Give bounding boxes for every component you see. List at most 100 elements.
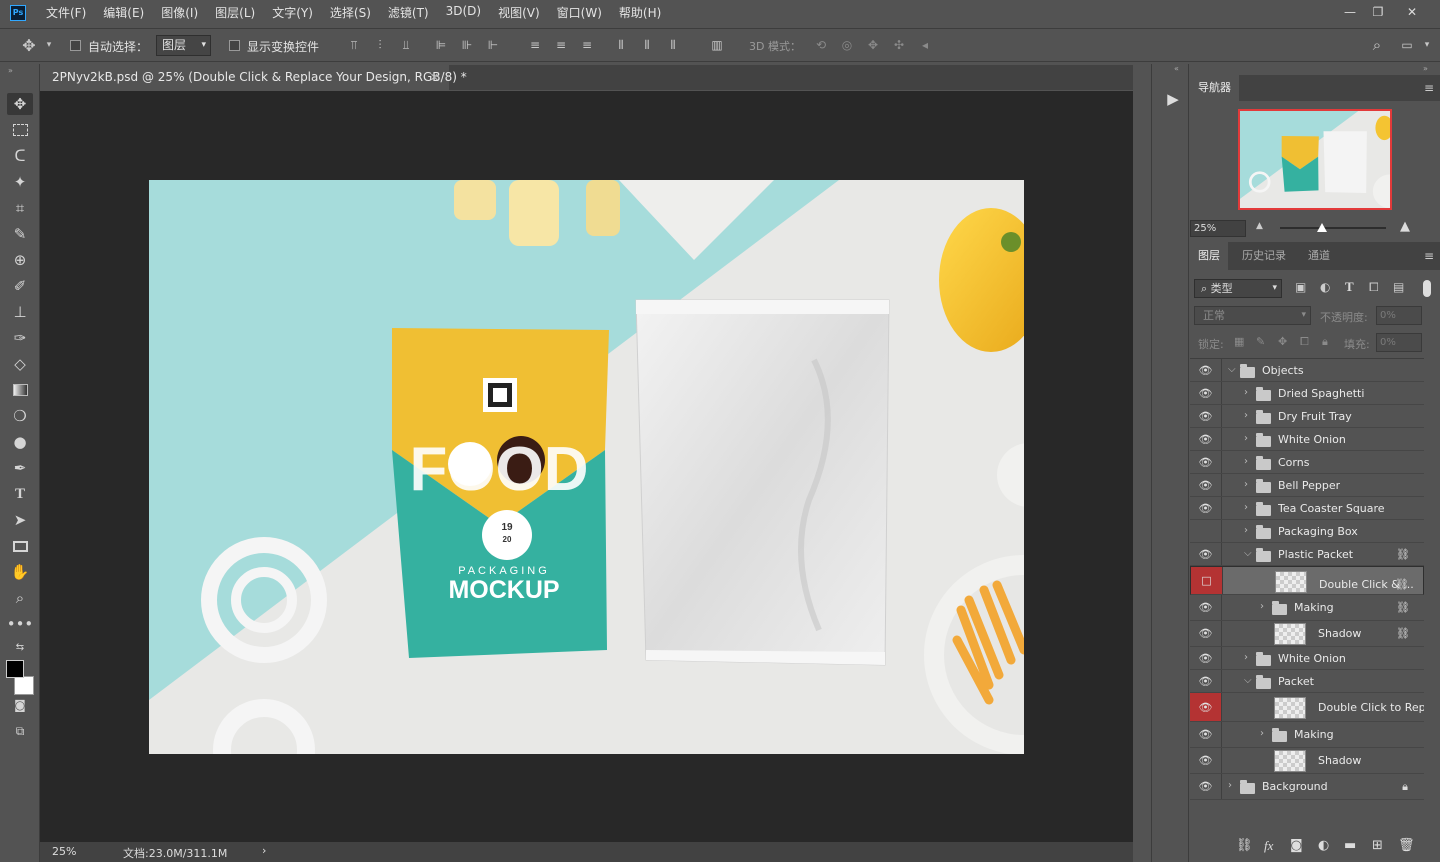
chevron-right-icon[interactable]: › — [1260, 728, 1264, 739]
visibility-eye-icon[interactable]: 👁︎ — [1190, 474, 1222, 496]
visibility-eye-icon[interactable]: 👁︎ — [1190, 359, 1222, 381]
search-icon[interactable]: ⌕ — [1368, 36, 1386, 54]
layer-row[interactable]: 👁︎ Shadow ⛓ — [1190, 621, 1424, 647]
visibility-eye-icon[interactable]: 👁︎ — [1190, 748, 1222, 773]
layer-row[interactable]: 👁︎ › Corns — [1190, 451, 1424, 474]
chevron-right-icon[interactable]: › — [1244, 387, 1248, 398]
navigator-zoom-field[interactable]: 25% — [1190, 220, 1246, 237]
pen-tool-icon[interactable]: ✒ — [7, 457, 33, 479]
distribute-hcenter-icon[interactable]: ⦀ — [638, 36, 656, 54]
canvas-area[interactable]: FOOD 19 20 PACKAGING MOCKUP — [40, 91, 1133, 842]
layer-row[interactable]: 👁︎ › Dried Spaghetti — [1190, 382, 1424, 405]
layer-row[interactable]: 👁︎ Double Click to Repl... — [1190, 693, 1439, 722]
status-arrow-icon[interactable]: › — [262, 844, 266, 857]
filter-shape-icon[interactable]: ⧠ — [1369, 280, 1379, 295]
dodge-tool-icon[interactable]: ● — [7, 431, 33, 453]
layer-row[interactable]: 👁︎ Shadow — [1190, 748, 1424, 774]
visibility-eye-icon[interactable]: 👁︎ — [1190, 722, 1222, 747]
lock-all-icon[interactable]: 🔒︎ — [1322, 335, 1328, 349]
more-tools-icon[interactable]: ••• — [7, 613, 34, 635]
path-selection-tool-icon[interactable]: ➤ — [7, 509, 33, 531]
filter-smart-object-icon[interactable]: ▤ — [1393, 280, 1404, 294]
visibility-eye-icon[interactable]: 👁︎ — [1190, 693, 1222, 721]
chevron-right-icon[interactable]: › — [1244, 433, 1248, 444]
chevron-right-icon[interactable]: › — [1244, 456, 1248, 467]
visibility-eye-icon[interactable]: 👁︎ — [1190, 670, 1222, 692]
document-canvas[interactable]: FOOD 19 20 PACKAGING MOCKUP — [149, 180, 1024, 754]
align-hcenter-icon[interactable]: ⊪ — [458, 36, 476, 54]
layer-row[interactable]: 👁︎ ⌵ Objects — [1190, 359, 1424, 382]
filter-type-icon[interactable]: T — [1345, 279, 1354, 295]
layer-filter-dropdown[interactable]: ⌕ 类型 ▾ — [1194, 279, 1282, 298]
move-tool-icon[interactable]: ✥ — [20, 36, 38, 55]
link-layers-icon[interactable]: ⛓ — [1236, 838, 1253, 853]
chevron-right-icon[interactable]: › — [1244, 525, 1248, 536]
align-top-icon[interactable]: ⫪ — [345, 36, 363, 54]
move-tool-icon[interactable]: ✥ — [7, 93, 33, 115]
chevron-right-icon[interactable]: › — [1244, 479, 1248, 490]
3d-orbit-icon[interactable]: ⟲ — [812, 36, 830, 54]
align-right-icon[interactable]: ⊩ — [484, 36, 502, 54]
zoom-tool-icon[interactable]: ⌕ — [7, 587, 33, 609]
marquee-tool-icon[interactable] — [7, 119, 33, 141]
layers-scrollbar[interactable] — [1424, 358, 1440, 798]
auto-select-checkbox[interactable] — [70, 40, 81, 51]
zoom-out-mountain-icon[interactable]: ▲ — [1256, 221, 1263, 231]
zoom-slider-thumb[interactable] — [1317, 223, 1327, 232]
fill-field[interactable]: 0% — [1376, 333, 1422, 352]
navigator-preview[interactable] — [1238, 109, 1392, 210]
distribute-right-icon[interactable]: ⦀ — [664, 36, 682, 54]
layer-row[interactable]: 👁︎ › Making ⛓ — [1190, 595, 1424, 621]
blend-mode-dropdown[interactable]: 正常 ▾ — [1194, 306, 1311, 325]
healing-brush-tool-icon[interactable]: ⊕ — [7, 249, 33, 271]
history-brush-tool-icon[interactable]: ✑ — [7, 327, 33, 349]
zoom-level[interactable]: 25% — [52, 845, 76, 858]
layer-row[interactable]: 👁︎ › White Onion — [1190, 647, 1424, 670]
quick-mask-icon[interactable]: ◙ — [7, 694, 33, 716]
3d-roll-icon[interactable]: ◎ — [838, 36, 856, 54]
menu-item[interactable]: 3D(D) — [446, 4, 481, 21]
play-actions-icon[interactable]: ▶ — [1162, 86, 1184, 112]
menu-item[interactable]: 图像(I) — [161, 4, 198, 21]
workspace-chevron-icon[interactable]: ▾ — [1418, 36, 1436, 54]
layer-row[interactable]: 👁︎ ⌵ Packet — [1190, 670, 1424, 693]
new-group-icon[interactable]: ▬ — [1344, 838, 1356, 853]
hand-tool-icon[interactable]: ✋ — [7, 561, 33, 583]
panel-menu-icon[interactable]: ≡ — [1424, 249, 1434, 263]
menu-item[interactable]: 帮助(H) — [619, 4, 661, 21]
visibility-eye-icon[interactable]: 👁︎ — [1190, 497, 1222, 519]
visibility-eye-icon[interactable]: 👁︎ — [1190, 647, 1222, 669]
expand-arrows-icon[interactable]: « — [1174, 64, 1179, 73]
close-tab-icon[interactable]: ✕ — [430, 65, 439, 90]
new-adjustment-layer-icon[interactable]: ◐ — [1318, 838, 1329, 853]
zoom-slider-track[interactable] — [1280, 227, 1386, 229]
magic-wand-tool-icon[interactable]: ✦ — [7, 171, 33, 193]
tab-layers[interactable]: 图层 — [1190, 242, 1228, 270]
layer-row[interactable]: □ Double Click & ... ⛓ — [1190, 566, 1424, 595]
crop-tool-icon[interactable]: ⌗ — [7, 197, 33, 219]
lasso-tool-icon[interactable]: ᑕ — [7, 145, 33, 167]
rectangle-tool-icon[interactable] — [7, 535, 33, 557]
eraser-tool-icon[interactable]: ◇ — [7, 353, 33, 375]
zoom-in-mountain-icon[interactable]: ▲ — [1400, 219, 1410, 234]
tool-preset-chevron-icon[interactable]: ▾ — [40, 36, 58, 54]
menu-item[interactable]: 编辑(E) — [103, 4, 144, 21]
chevron-right-icon[interactable]: › — [1228, 780, 1232, 791]
panel-menu-icon[interactable]: ≡ — [1424, 81, 1434, 95]
visibility-eye-icon[interactable]: 👁︎ — [1190, 405, 1222, 427]
layer-row[interactable]: 👁︎ ⌵ Plastic Packet ⛓ — [1190, 543, 1424, 566]
new-layer-icon[interactable]: ⊞ — [1372, 838, 1383, 853]
menu-item[interactable]: 文字(Y) — [272, 4, 313, 21]
restore-button[interactable]: ❐ — [1362, 0, 1394, 24]
chevron-down-icon[interactable]: ⌵ — [1244, 548, 1252, 559]
screen-mode-icon[interactable]: ⧉ — [7, 720, 33, 742]
eyedropper-tool-icon[interactable]: ✎ — [7, 223, 33, 245]
distribute-top-icon[interactable]: ≡ — [526, 36, 544, 54]
auto-align-icon[interactable]: ▥ — [708, 36, 726, 54]
lock-transparent-icon[interactable]: ▦ — [1234, 335, 1244, 348]
foreground-color-swatch[interactable] — [6, 660, 24, 678]
menu-item[interactable]: 视图(V) — [498, 4, 540, 21]
layer-row[interactable]: › Packaging Box — [1190, 520, 1424, 543]
align-vcenter-icon[interactable]: ⫶ — [371, 36, 389, 54]
menu-item[interactable]: 文件(F) — [46, 4, 86, 21]
